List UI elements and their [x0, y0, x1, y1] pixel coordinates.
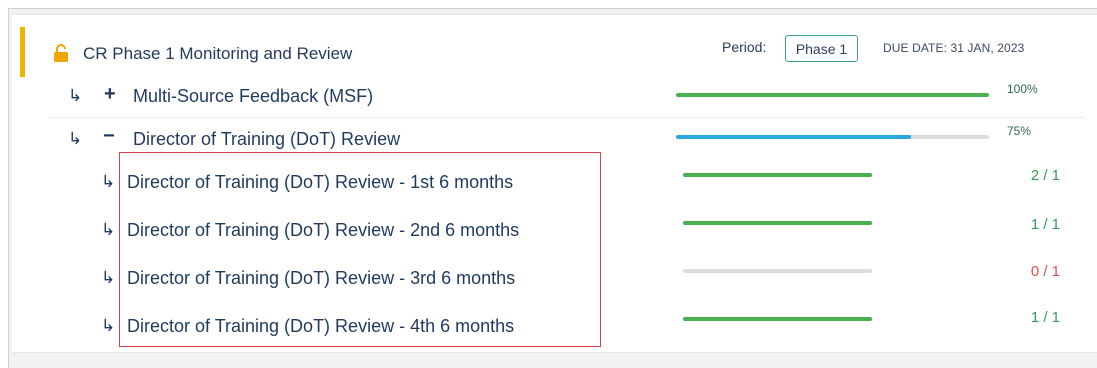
item-progress-bar — [683, 221, 872, 225]
item-count: 1 / 1 — [1030, 309, 1060, 326]
unlocked-padlock-icon — [53, 44, 69, 67]
period-selector[interactable]: Phase 1 — [785, 35, 858, 62]
expand-toggle-button[interactable]: + — [104, 83, 116, 106]
progress-fill — [676, 135, 911, 139]
item-progress-bar — [683, 269, 872, 273]
group-percent-msf: 100% — [1007, 82, 1038, 96]
item-count: 2 / 1 — [1030, 167, 1060, 184]
group-label-msf[interactable]: Multi-Source Feedback (MSF) — [133, 86, 373, 107]
subitem-arrow-icon: ↳ — [101, 268, 116, 287]
due-date: DUE DATE: 31 JAN, 2023 — [883, 41, 1025, 55]
selection-highlight-box — [119, 152, 601, 347]
item-progress-bar — [683, 173, 872, 177]
item-progress-bar — [683, 317, 872, 321]
status-accent-bar — [20, 27, 25, 77]
subitem-arrow-icon: ↳ — [101, 172, 116, 191]
period-label: Period: — [722, 39, 767, 55]
group-percent-dot: 75% — [1007, 124, 1032, 138]
group-progress-bar-dot — [676, 135, 989, 139]
item-count: 1 / 1 — [1030, 216, 1060, 233]
progress-fill — [676, 93, 989, 97]
subitem-arrow-icon: ↳ — [101, 220, 116, 239]
group-label-dot[interactable]: Director of Training (DoT) Review — [133, 129, 400, 150]
page-title: CR Phase 1 Monitoring and Review — [83, 44, 353, 63]
progress-fill — [683, 221, 872, 225]
subitem-arrow-icon: ↳ — [68, 86, 83, 105]
item-count: 0 / 1 — [1030, 263, 1060, 280]
progress-fill — [683, 317, 872, 321]
row-divider — [50, 117, 1085, 118]
progress-fill — [683, 173, 872, 177]
subitem-arrow-icon: ↳ — [101, 316, 116, 335]
collapse-toggle-button[interactable]: − — [103, 125, 115, 148]
subitem-arrow-icon: ↳ — [68, 129, 83, 148]
group-progress-bar-msf — [676, 93, 989, 97]
